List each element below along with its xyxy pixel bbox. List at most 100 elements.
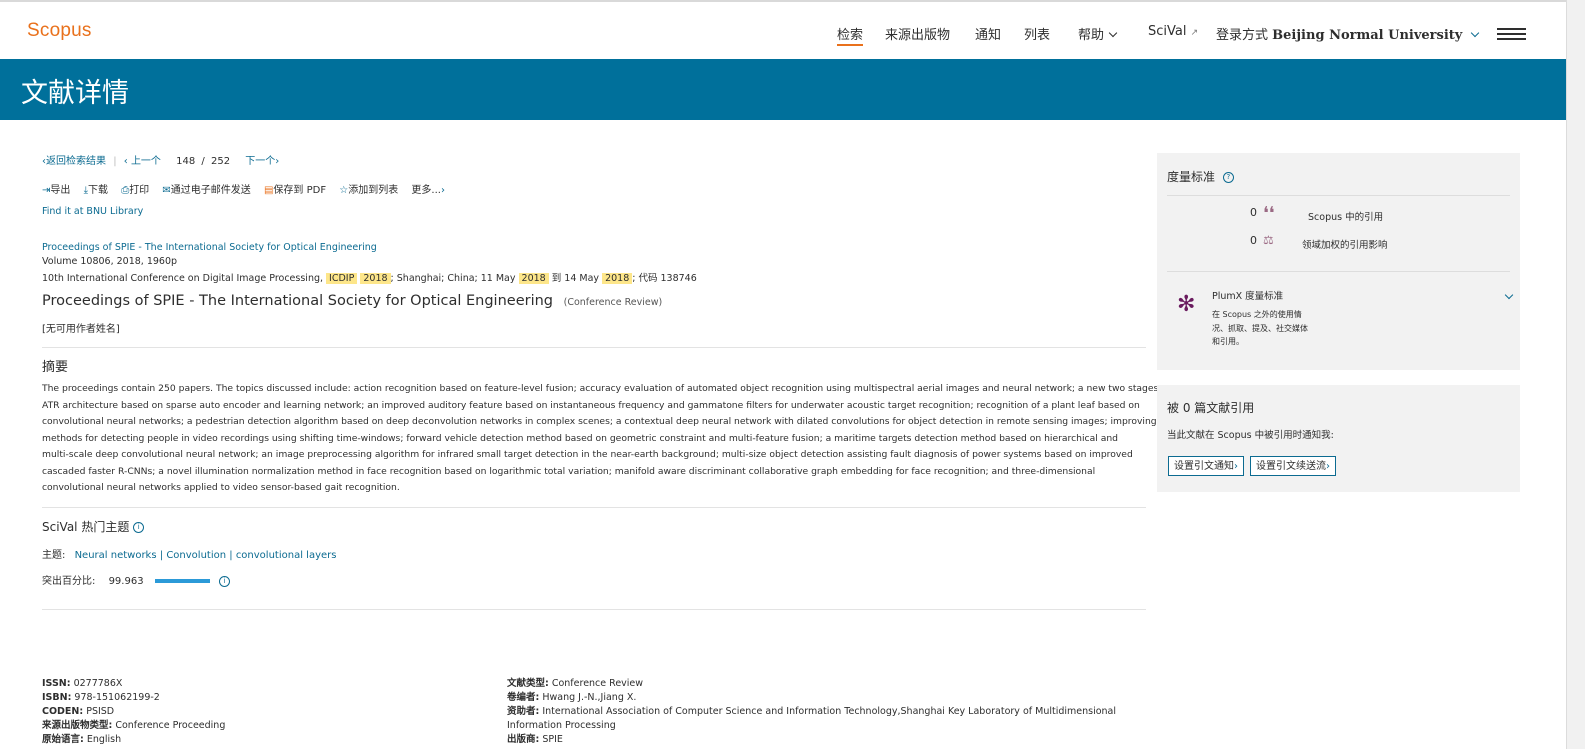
printer-icon: ⎙ bbox=[121, 185, 130, 196]
result-position: 148 bbox=[176, 156, 196, 167]
scale-icon: ⚖ bbox=[1263, 233, 1274, 247]
detail-value: PSISD bbox=[86, 706, 115, 717]
detail-doc-type: 文献类型: Conference Review bbox=[507, 677, 1116, 691]
nav-sources[interactable]: 来源出版物 bbox=[885, 24, 950, 43]
add-to-list-label: 添加到列表 bbox=[348, 185, 399, 196]
quote-icon: ❛❛ bbox=[1263, 203, 1275, 224]
document-title-text: Proceedings of SPIE - The International … bbox=[42, 293, 554, 309]
citations-label: Scopus 中的引用 bbox=[1308, 212, 1384, 223]
cited-by-heading: 被 0 篇文献引用 bbox=[1167, 401, 1255, 415]
email-button[interactable]: ✉通过电子邮件发送 bbox=[162, 185, 250, 196]
feed-button-label: 设置引文续送流 bbox=[1256, 461, 1326, 472]
topic-link[interactable]: Convolution bbox=[166, 550, 226, 561]
top-navigation-bar: Scopus 检索 来源出版物 通知 列表 帮助 SciVal ↗ 登录方式 B… bbox=[0, 0, 1566, 59]
scopus-logo[interactable]: Scopus bbox=[27, 20, 92, 42]
find-it-library-link[interactable]: Find it at BNU Library bbox=[42, 206, 143, 217]
more-button[interactable]: 更多...› bbox=[411, 185, 445, 196]
scrollbar[interactable] bbox=[1566, 0, 1585, 749]
plumx-desc-line: 在 Scopus 之外的使用情 bbox=[1212, 310, 1302, 319]
prominence-value: 99.963 bbox=[108, 576, 144, 587]
scival-topics: 主题: Neural networks | Convolution | conv… bbox=[42, 546, 336, 561]
save-pdf-label: 保存到 PDF bbox=[273, 185, 327, 196]
detail-source-type: 来源出版物类型: Conference Proceeding bbox=[42, 719, 225, 733]
nav-scival-label: SciVal bbox=[1148, 24, 1187, 39]
result-total: 252 bbox=[210, 156, 231, 167]
chevron-down-icon bbox=[1108, 28, 1118, 38]
nav-login[interactable]: 登录方式 Beijing Normal University bbox=[1216, 24, 1480, 43]
chevron-right-icon: › bbox=[275, 156, 280, 167]
next-link[interactable]: 下一个› bbox=[245, 156, 279, 167]
detail-coden: CODEN: PSISD bbox=[42, 705, 225, 719]
set-citation-alert-button[interactable]: 设置引文通知› bbox=[1168, 456, 1244, 476]
topic-link[interactable]: convolutional layers bbox=[236, 550, 337, 561]
scival-heading: SciVal 热门主题 i bbox=[42, 518, 145, 535]
info-icon[interactable]: i bbox=[218, 575, 230, 587]
metrics-heading: 度量标准 ? bbox=[1167, 168, 1234, 185]
fwci-count[interactable]: 0 bbox=[1250, 234, 1257, 247]
detail-isbn: ISBN: 978-151062199-2 bbox=[42, 691, 225, 705]
details-left: ISSN: 0277786X ISBN: 978-151062199-2 COD… bbox=[42, 677, 225, 747]
document-title: Proceedings of SPIE - The International … bbox=[42, 293, 662, 309]
add-to-list-button[interactable]: ☆添加到列表 bbox=[339, 185, 398, 196]
topic-link[interactable]: Neural networks bbox=[75, 550, 157, 561]
abstract-line: ATR architecture based on sparse auto en… bbox=[42, 399, 1140, 411]
divider: | bbox=[113, 156, 117, 167]
detail-value: 978-151062199-2 bbox=[74, 692, 160, 703]
cited-by-panel: 被 0 篇文献引用 当此文献在 Scopus 中被引用时通知我: 设置引文通知›… bbox=[1157, 385, 1520, 492]
topic-separator: | bbox=[229, 550, 233, 561]
detail-label: CODEN: bbox=[42, 706, 84, 717]
pdf-icon: ▤ bbox=[263, 185, 274, 196]
divider bbox=[42, 507, 1146, 508]
help-icon[interactable]: ? bbox=[1222, 172, 1234, 183]
abstract-line: The proceedings contain 250 papers. The … bbox=[42, 383, 1159, 394]
abstract-line: methods for detecting people in video re… bbox=[42, 432, 1118, 444]
menu-icon[interactable] bbox=[1497, 28, 1526, 42]
alert-button-label: 设置引文通知 bbox=[1174, 461, 1234, 472]
plumx-title: PlumX 度量标准 bbox=[1212, 291, 1284, 302]
export-button[interactable]: ⇥导出 bbox=[42, 185, 70, 196]
chevron-down-icon[interactable] bbox=[1504, 290, 1514, 300]
export-label: 导出 bbox=[50, 185, 71, 196]
set-citation-feed-button[interactable]: 设置引文续送流› bbox=[1250, 456, 1336, 476]
highlight-year: 2018 bbox=[360, 273, 391, 284]
download-label: 下载 bbox=[88, 185, 108, 196]
external-link-icon: ↗ bbox=[1190, 28, 1199, 38]
back-to-results-link[interactable]: ‹返回检索结果 bbox=[42, 156, 106, 167]
document-type-badge: (Conference Review) bbox=[563, 297, 663, 308]
prominence-bar bbox=[154, 579, 210, 583]
next-label: 下一个 bbox=[245, 156, 276, 167]
abstract-line: cascaded faster R-CNNs; a novel illumina… bbox=[42, 465, 1096, 477]
nav-scival[interactable]: SciVal ↗ bbox=[1148, 24, 1198, 39]
main-content: ‹返回检索结果 | ‹ 上一个 148 / 252 下一个› ⇥导出 ⤓下载 ⎙… bbox=[0, 120, 1566, 749]
source-title-link[interactable]: Proceedings of SPIE - The International … bbox=[42, 242, 377, 253]
more-label: 更多... bbox=[411, 185, 441, 196]
detail-label: ISSN: bbox=[42, 678, 71, 689]
conference-text: 到 14 May bbox=[551, 273, 600, 284]
info-icon[interactable]: i bbox=[133, 522, 145, 533]
prominence-bar-fill bbox=[154, 579, 210, 583]
fwci-label: 领域加权的引用影响 bbox=[1302, 240, 1388, 251]
topic-label: 主题: bbox=[42, 550, 66, 561]
plumx-icon: ✻ bbox=[1177, 292, 1196, 317]
nav-alerts[interactable]: 通知 bbox=[975, 24, 1001, 43]
citations-count[interactable]: 0 bbox=[1250, 206, 1257, 219]
position-slash: / bbox=[201, 156, 205, 167]
plumx-desc-line: 和引用。 bbox=[1212, 337, 1244, 346]
back-to-results-label: 返回检索结果 bbox=[46, 156, 106, 167]
result-navigation: ‹返回检索结果 | ‹ 上一个 148 / 252 下一个› bbox=[42, 152, 279, 167]
chevron-right-icon: › bbox=[440, 185, 445, 196]
previous-link[interactable]: ‹ 上一个 bbox=[124, 156, 161, 167]
detail-label: 资助者: bbox=[507, 706, 540, 717]
nav-help[interactable]: 帮助 bbox=[1078, 24, 1118, 43]
nav-lists[interactable]: 列表 bbox=[1024, 24, 1050, 43]
detail-sponsors-cont: Information Processing bbox=[507, 720, 616, 731]
topic-separator: | bbox=[159, 550, 164, 561]
chevron-left-icon: ‹ bbox=[123, 156, 128, 167]
divider bbox=[42, 347, 1146, 348]
detail-label: ISBN: bbox=[42, 692, 72, 703]
download-button[interactable]: ⤓下载 bbox=[84, 185, 108, 196]
save-pdf-button[interactable]: ▤保存到 PDF bbox=[264, 185, 326, 196]
nav-search[interactable]: 检索 bbox=[837, 24, 864, 46]
print-button[interactable]: ⎙打印 bbox=[121, 185, 149, 196]
page-title: 文献详情 bbox=[21, 78, 129, 109]
